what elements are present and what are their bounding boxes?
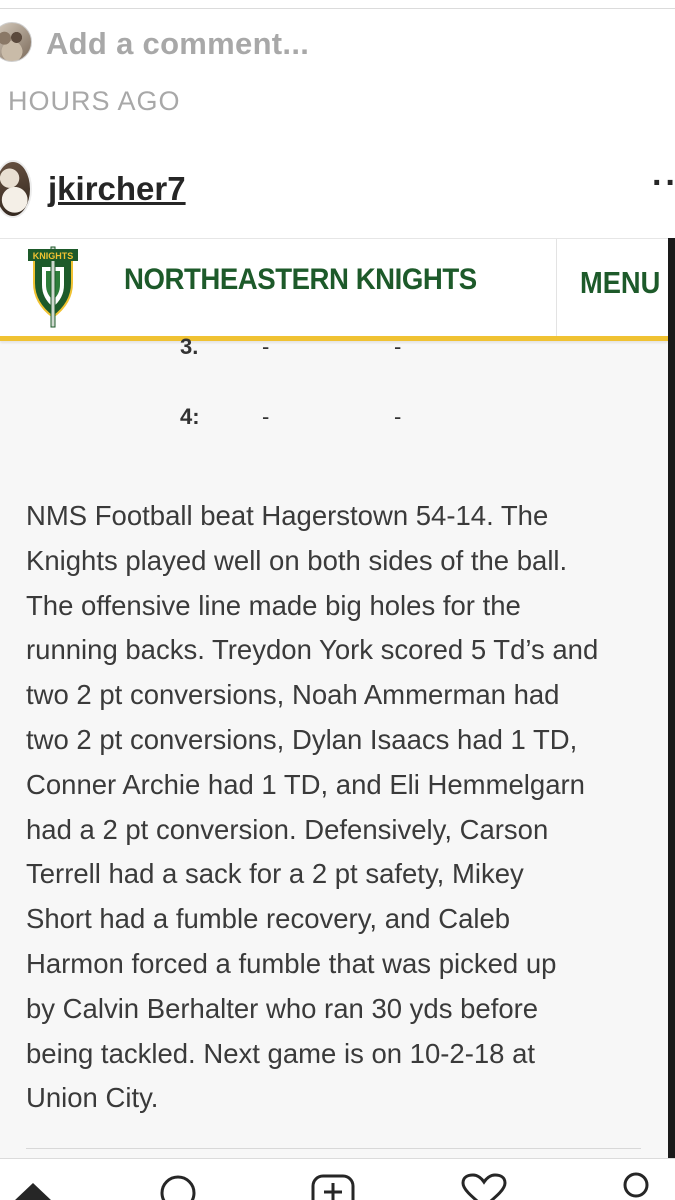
profile-icon[interactable] [620,1171,652,1200]
score-row-4: 4: [180,404,200,430]
article-line: running backs. Treydon York scored 5 Td’… [26,634,599,666]
header-gold-bar [0,336,668,341]
article-line: Short had a fumble recovery, and Caleb [26,903,511,935]
post-timestamp: HOURS AGO [8,86,181,116]
add-comment-row[interactable]: Add a comment... [0,18,675,74]
article-line: The offensive line made big holes for th… [26,589,521,621]
score-home: - [262,404,270,429]
bottom-navigation [0,1158,675,1200]
score-row-3: 3. [180,334,198,360]
article-line: NMS Football beat Hagerstown 54-14. The [26,500,549,531]
article-line: being tackled. Next game is on 10-2-18 a… [26,1037,536,1069]
article-line: Union City. [26,1082,159,1114]
quarter-label: 3. [180,334,199,359]
image-edge-strip [668,238,675,1160]
article-line: Conner Archie had 1 TD, and Eli Hemmelga… [26,768,585,800]
comment-input[interactable]: Add a comment... [46,26,309,62]
game-recap-article: NMS Football beat Hagerstown 54-14. The … [26,494,646,1121]
activity-heart-icon[interactable] [460,1173,508,1200]
article-line: by Calvin Berhalter who ran 30 yds befor… [26,992,539,1024]
score-away: - [394,404,402,429]
article-line: two 2 pt conversions, Noah Ammerman had [26,679,560,711]
article-line: Harmon forced a fumble that was picked u… [26,947,557,979]
site-header: KNIGHTS NORTHEASTERN KNIGHTS MENU [0,238,668,337]
post-image: KNIGHTS NORTHEASTERN KNIGHTS MENU 3. - -… [0,238,675,1160]
post-header: jkircher7 ·· [0,154,675,224]
article-line: had a 2 pt conversion. Defensively, Cars… [26,813,549,845]
article-line: Terrell had a sack for a 2 pt safety, Mi… [26,858,524,890]
logo-text: KNIGHTS [33,251,74,261]
search-icon[interactable] [158,1173,198,1200]
home-icon[interactable] [12,1171,54,1200]
username-link[interactable]: jkircher7 [48,170,186,208]
article-line: Knights played well on both sides of the… [26,544,568,576]
menu-button[interactable]: MENU [580,265,660,301]
score-home: - [262,334,270,359]
commenter-avatar [0,22,32,62]
quarter-label: 4: [180,404,200,429]
more-dots-icon[interactable]: ·· [652,164,675,203]
new-post-icon[interactable] [310,1173,356,1200]
menu-divider [556,239,557,337]
article-divider [26,1148,641,1149]
user-avatar[interactable] [0,160,32,218]
knights-shield-logo: KNIGHTS [28,246,78,328]
site-title[interactable]: NORTHEASTERN KNIGHTS [124,263,477,297]
article-line: two 2 pt conversions, Dylan Isaacs had 1… [26,723,578,755]
top-divider [0,8,675,9]
score-away: - [394,334,402,359]
